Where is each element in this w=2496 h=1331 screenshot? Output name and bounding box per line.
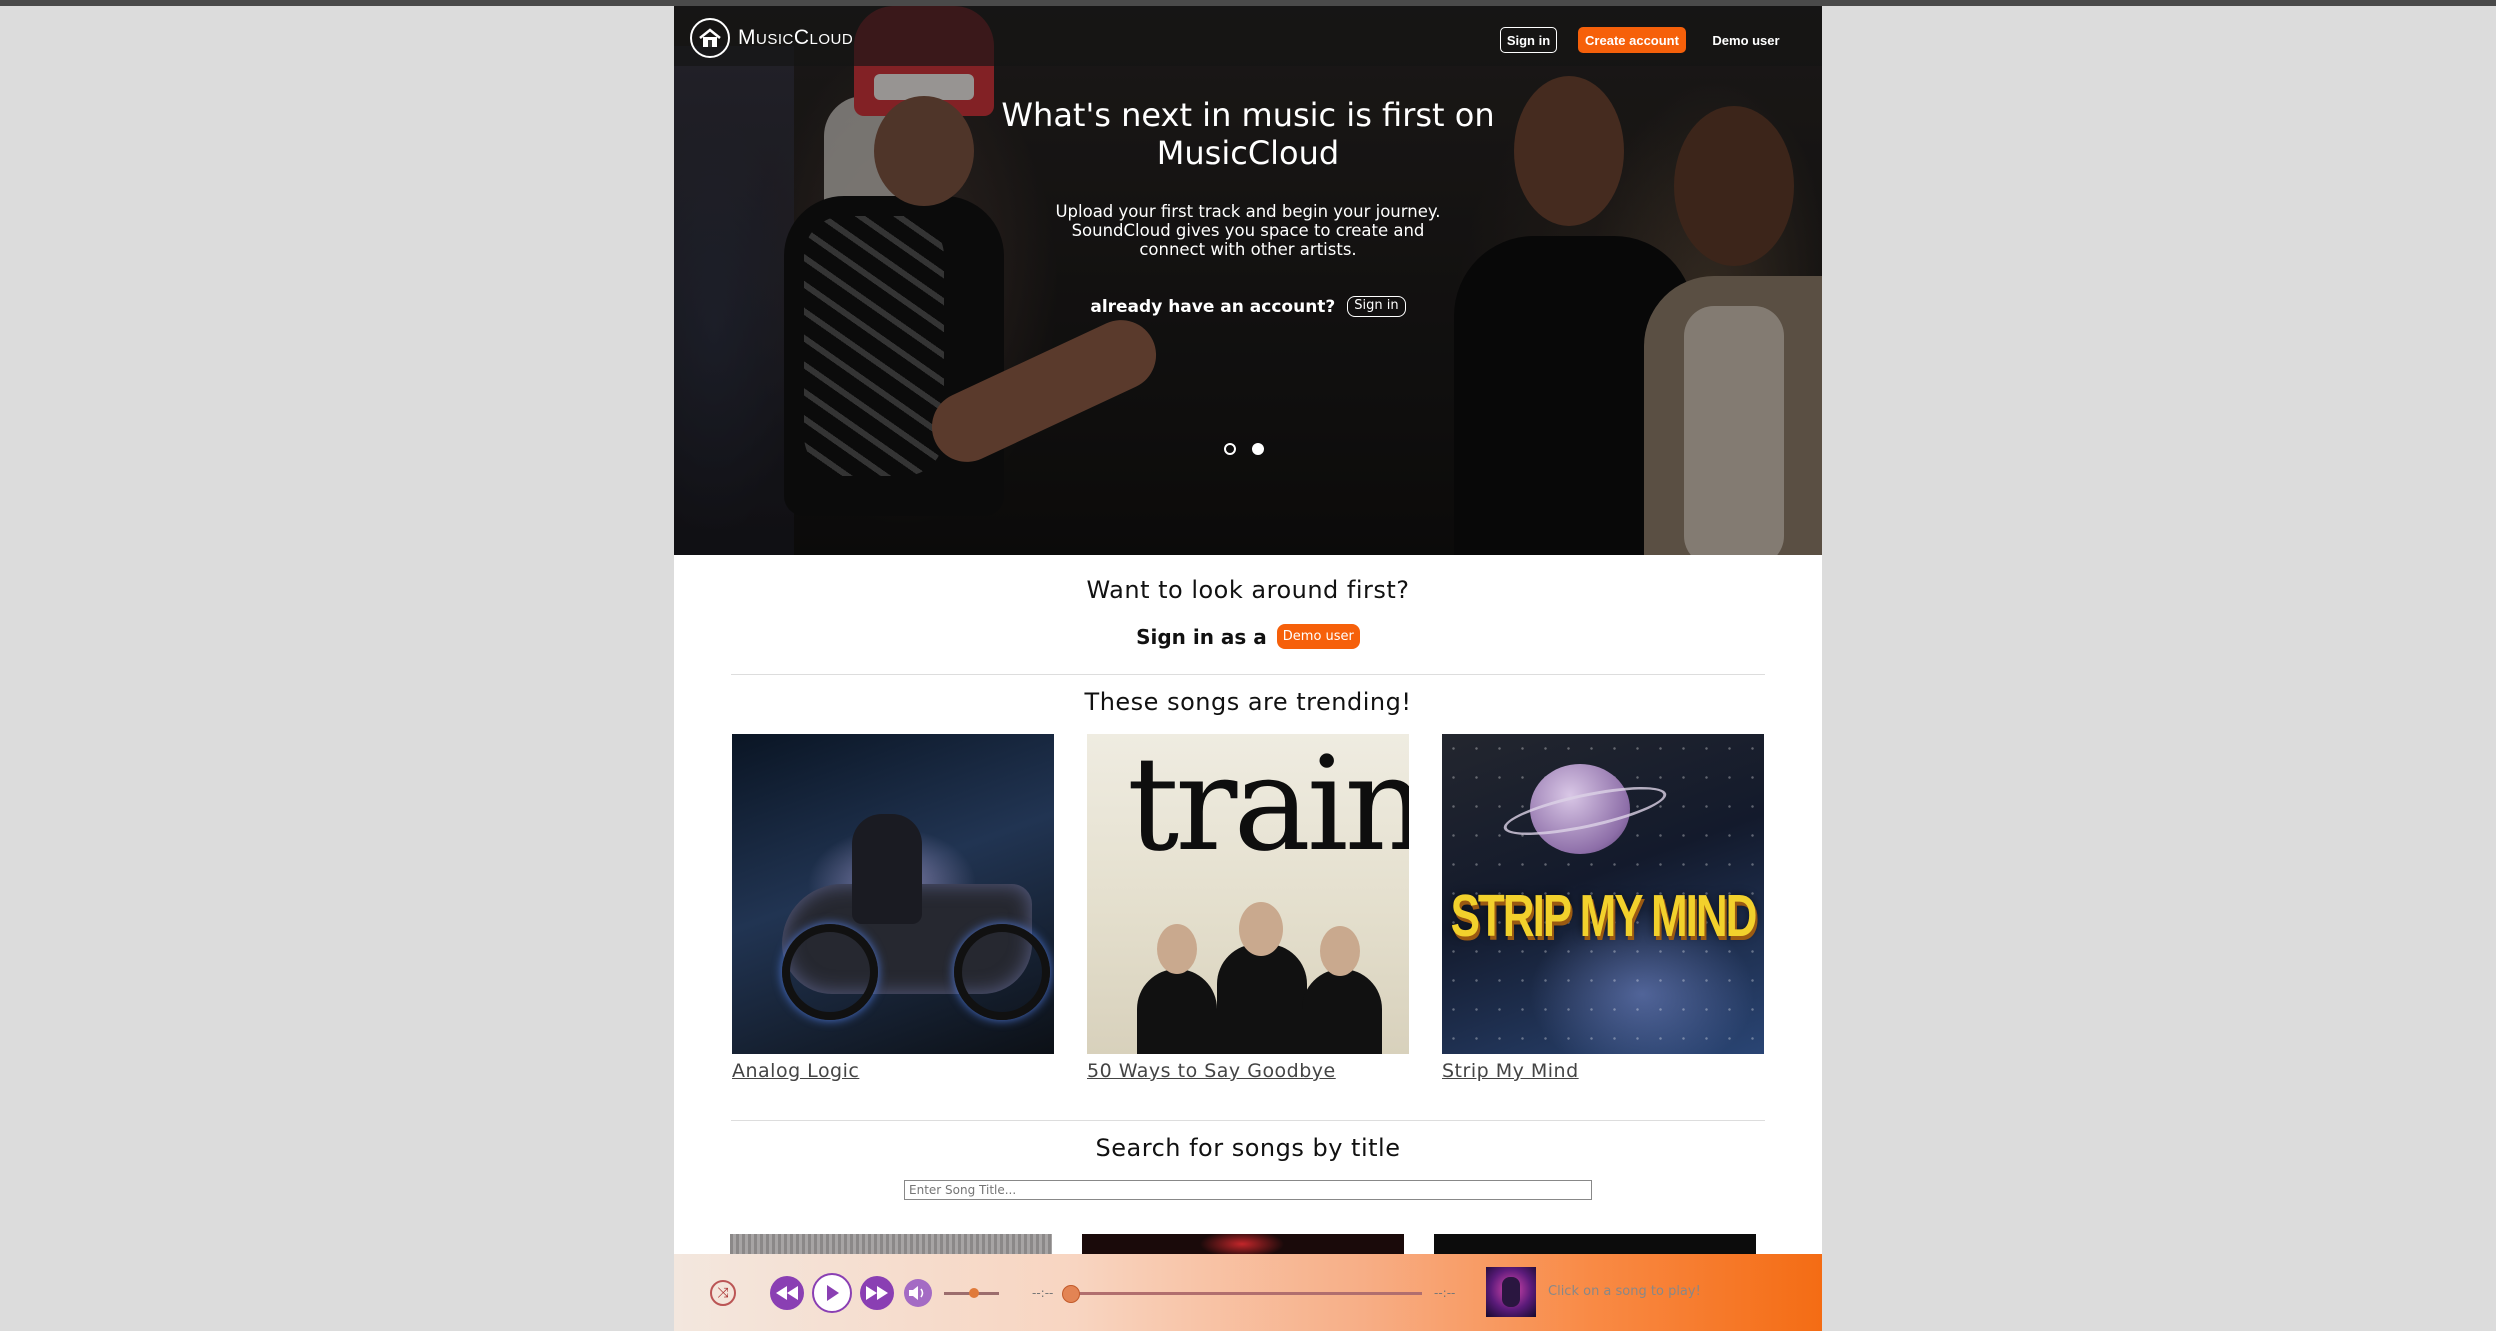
cover-band-name: train: [1127, 734, 1409, 880]
house-cloud-icon: [690, 18, 730, 58]
song-cover-image[interactable]: [732, 734, 1054, 1054]
brand-name: MusicCloud: [738, 26, 854, 49]
song-card[interactable]: Analog Logic: [732, 734, 1054, 1082]
cover-wheel: [954, 924, 1050, 1020]
fast-forward-icon[interactable]: [860, 1276, 894, 1310]
hero-overlay: [674, 6, 1822, 555]
time-elapsed: --:--: [1032, 1286, 1054, 1300]
progress-handle[interactable]: [1062, 1285, 1080, 1303]
now-playing-artwork: [1486, 1267, 1536, 1317]
cover-rider: [852, 814, 922, 924]
shuffle-icon[interactable]: ⤨: [710, 1280, 736, 1306]
demo-user-button[interactable]: Demo user: [1276, 624, 1360, 649]
audio-player-bar: ⤨ --:-- --:-- Click on a song to play!: [674, 1254, 1822, 1331]
divider: [731, 1120, 1765, 1121]
brand-logo[interactable]: MusicCloud: [690, 18, 853, 58]
lookaround-title: Want to look around first?: [1086, 576, 1410, 604]
demo-prefix: Sign in as a: [1136, 624, 1267, 649]
now-playing-text: Click on a song to play!: [1548, 1284, 1701, 1299]
volume-icon[interactable]: [904, 1279, 932, 1307]
rewind-icon[interactable]: [770, 1276, 804, 1310]
trending-title: These songs are trending!: [1084, 688, 1412, 716]
time-total: --:--: [1434, 1286, 1456, 1300]
cover-title-art: STRIP MY MIND: [1450, 883, 1758, 950]
song-card[interactable]: STRIP MY MIND Strip My Mind: [1442, 734, 1764, 1082]
carousel-dots: [1224, 443, 1264, 455]
song-title-link[interactable]: 50 Ways to Say Goodbye: [1087, 1060, 1409, 1082]
song-title-link[interactable]: Analog Logic: [732, 1060, 1054, 1082]
search-title: Search for songs by title: [1095, 1134, 1401, 1162]
progress-bar[interactable]: [1064, 1292, 1422, 1295]
cover-wheel: [782, 924, 878, 1020]
play-icon[interactable]: [812, 1273, 852, 1313]
song-title-link[interactable]: Strip My Mind: [1442, 1060, 1764, 1082]
song-search-input[interactable]: [904, 1180, 1592, 1200]
carousel-dot[interactable]: [1224, 443, 1236, 455]
cover-person-head: [1239, 902, 1283, 956]
song-cover-image[interactable]: train: [1087, 734, 1409, 1054]
cover-person-head: [1320, 926, 1360, 976]
carousel-dot-active[interactable]: [1252, 443, 1264, 455]
create-account-button[interactable]: Create account: [1578, 27, 1686, 53]
app-frame: MusicCloud Sign in Create account Demo u…: [674, 6, 1822, 1331]
song-card[interactable]: train 50 Ways to Say Goodbye: [1087, 734, 1409, 1082]
song-cover-image[interactable]: STRIP MY MIND: [1442, 734, 1764, 1054]
hero-banner: MusicCloud Sign in Create account Demo u…: [674, 6, 1822, 555]
nav-signin-button[interactable]: Sign in: [1500, 27, 1557, 53]
cover-person: [1217, 944, 1307, 1054]
volume-slider-handle[interactable]: [969, 1288, 980, 1298]
cover-person-head: [1157, 924, 1197, 974]
hero-account-row: already have an account? Sign in: [998, 296, 1498, 317]
cover-person: [1302, 969, 1382, 1054]
demo-signin-row: Sign in as a Demo user: [674, 624, 1822, 649]
hero-subtitle: Upload your first track and begin your j…: [1055, 202, 1441, 259]
hero-signin-button[interactable]: Sign in: [1347, 296, 1406, 317]
hero-title: What's next in music is first on MusicCl…: [1001, 96, 1495, 172]
demo-user-link[interactable]: Demo user: [1706, 27, 1786, 53]
cover-person: [1137, 969, 1217, 1054]
top-navbar: MusicCloud Sign in Create account Demo u…: [674, 6, 1822, 66]
account-prompt: already have an account?: [1090, 296, 1336, 317]
divider: [731, 674, 1765, 675]
